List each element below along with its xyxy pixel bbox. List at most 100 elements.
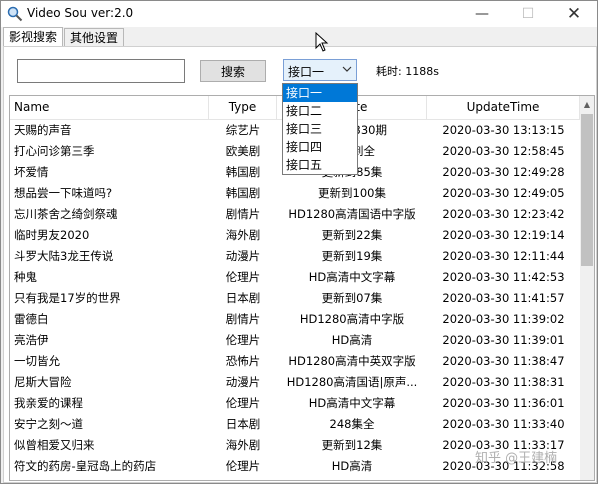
cell-state: HD1280高清中字版 [299, 312, 405, 326]
scrollbar-thumb[interactable] [581, 114, 593, 266]
cell-state: 更新到07集 [321, 291, 383, 305]
cell-updatetime: 2020-03-30 13:13:15 [442, 123, 565, 137]
search-button[interactable]: 搜索 [200, 60, 266, 82]
cell-updatetime: 2020-03-30 11:33:40 [442, 417, 565, 431]
table-row[interactable]: 只有我是17岁的世界 日本剧 更新到07集 2020-03-30 11:41:57 [10, 288, 580, 309]
watermark: 知乎 @王建楠 [475, 451, 558, 466]
cell-name: 临时男友2020 [14, 228, 90, 242]
cell-state: HD1280高清国语|原声... [286, 375, 418, 389]
cell-updatetime: 2020-03-30 11:38:47 [442, 354, 565, 368]
interface-option[interactable]: 接口三 [283, 120, 357, 138]
cell-name: 想品尝一下味道吗? [14, 186, 113, 200]
cell-name: 符文的药房-皇冠岛上的药店 [14, 459, 157, 473]
cell-state: HD高清中文字幕 [308, 396, 396, 410]
interface-dropdown-list: 接口一 接口二 接口三 接口四 接口五 [282, 83, 358, 175]
cell-name: 忘川茶舍之绮剑祭魂 [14, 207, 118, 221]
table-row[interactable]: 安宁之刻～道 日本剧 248集全 2020-03-30 11:33:40 [10, 414, 580, 435]
cell-type: 日本剧 [225, 291, 261, 305]
cell-state: HD1280高清中英双字版 [288, 354, 416, 368]
column-header-name[interactable]: Name [10, 96, 209, 119]
maximize-button[interactable]: ☐ [505, 1, 551, 27]
table-row[interactable]: 斗罗大陆3龙王传说 动漫片 更新到19集 2020-03-30 12:11:44 [10, 246, 580, 267]
tab-video-search[interactable]: 影视搜索 [3, 27, 64, 48]
column-header-type[interactable]: Type [209, 96, 277, 119]
magnifier-icon [7, 6, 23, 22]
cell-type: 动漫片 [225, 249, 261, 263]
tab-other-settings[interactable]: 其他设置 [64, 28, 125, 47]
interface-option[interactable]: 接口一 [283, 84, 357, 102]
cell-type: 剧情片 [225, 207, 261, 221]
minimize-button[interactable]: — [459, 1, 505, 27]
cell-type: 韩国剧 [225, 186, 261, 200]
tab-strip: 影视搜索 其他设置 [1, 27, 597, 48]
cell-state: 更新到100集 [318, 186, 386, 200]
cell-state: HD高清 [331, 459, 373, 473]
cell-updatetime: 2020-03-30 12:23:42 [442, 207, 565, 221]
cell-updatetime: 2020-03-30 12:49:28 [442, 165, 565, 179]
cell-updatetime: 2020-03-30 11:39:01 [442, 333, 565, 347]
cell-name: 尼斯大冒险 [14, 375, 72, 389]
cell-updatetime: 2020-03-30 12:19:14 [442, 228, 565, 242]
vertical-scrollbar[interactable]: ▲ [580, 96, 594, 480]
cell-updatetime: 2020-03-30 12:49:05 [442, 186, 565, 200]
table-row[interactable]: 一切皆允 恐怖片 HD1280高清中英双字版 2020-03-30 11:38:47 [10, 351, 580, 372]
search-input[interactable] [17, 59, 185, 83]
cell-type: 日本剧 [225, 417, 261, 431]
table-row[interactable]: 亮浩伊 伦理片 HD高清 2020-03-30 11:39:01 [10, 330, 580, 351]
cell-name: 坏爱情 [14, 165, 49, 179]
cell-name: 我亲爱的课程 [14, 396, 83, 410]
cell-type: 海外剧 [225, 438, 261, 452]
cell-state: 248集全 [329, 417, 375, 431]
cell-updatetime: 2020-03-30 11:41:57 [442, 291, 565, 305]
cell-updatetime: 2020-03-30 11:42:53 [442, 270, 565, 284]
cell-updatetime: 2020-03-30 11:36:01 [442, 396, 565, 410]
cell-updatetime: 2020-03-30 12:58:45 [442, 144, 565, 158]
table-row[interactable]: 我亲爱的课程 伦理片 HD高清中文字幕 2020-03-30 11:36:01 [10, 393, 580, 414]
table-row[interactable]: 尼斯大冒险 动漫片 HD1280高清国语|原声... 2020-03-30 11:38… [10, 372, 580, 393]
column-header-updatetime[interactable]: UpdateTime [427, 96, 580, 119]
interface-option[interactable]: 接口五 [283, 156, 357, 174]
interface-option[interactable]: 接口四 [283, 138, 357, 156]
interface-select-value: 接口一 [288, 65, 325, 79]
cell-name: 似曾相爱又归来 [14, 438, 95, 452]
cell-type: 伦理片 [225, 270, 261, 284]
table-row[interactable]: 雷德白 剧情片 HD1280高清中字版 2020-03-30 11:39:02 [10, 309, 580, 330]
cell-updatetime: 2020-03-30 12:11:44 [442, 249, 565, 263]
cell-state: HD高清 [331, 333, 373, 347]
cell-state: HD1280高清国语中字版 [288, 207, 416, 221]
cell-type: 动漫片 [225, 375, 261, 389]
cell-type: 韩国剧 [225, 165, 261, 179]
cell-type: 伦理片 [225, 333, 261, 347]
cell-type: 综艺片 [225, 123, 261, 137]
cell-updatetime: 2020-03-30 11:38:31 [442, 375, 565, 389]
cell-name: 雷德白 [14, 312, 49, 326]
cell-type: 海外剧 [225, 228, 261, 242]
cell-name: 打心问诊第三季 [14, 144, 95, 158]
cell-name: 天赐的声音 [14, 123, 72, 137]
app-window: Video Sou ver:2.0 — ☐ ✕ 影视搜索 其他设置 搜索 接口一… [0, 0, 598, 484]
chevron-down-icon [342, 66, 352, 72]
close-button[interactable]: ✕ [551, 1, 597, 27]
cell-name: 亮浩伊 [14, 333, 49, 347]
cell-name: 一切皆允 [14, 354, 60, 368]
cell-name: 只有我是17岁的世界 [14, 291, 121, 305]
mouse-cursor-icon [315, 32, 329, 52]
cell-state: HD高清中文字幕 [308, 270, 396, 284]
interface-option[interactable]: 接口二 [283, 102, 357, 120]
interface-select[interactable]: 接口一 [283, 59, 357, 81]
cell-type: 剧情片 [225, 312, 261, 326]
cell-type: 欧美剧 [225, 144, 261, 158]
table-row[interactable]: 想品尝一下味道吗? 韩国剧 更新到100集 2020-03-30 12:49:05 [10, 183, 580, 204]
table-row[interactable]: 种鬼 伦理片 HD高清中文字幕 2020-03-30 11:42:53 [10, 267, 580, 288]
cell-name: 种鬼 [14, 270, 37, 284]
table-row[interactable]: 忘川茶舍之绮剑祭魂 剧情片 HD1280高清国语中字版 2020-03-30 12:2… [10, 204, 580, 225]
title-bar[interactable]: Video Sou ver:2.0 — ☐ ✕ [1, 1, 597, 27]
window-title: Video Sou ver:2.0 [27, 6, 134, 20]
elapsed-time: 耗时: 1188s [376, 65, 439, 78]
cell-updatetime: 2020-03-30 11:39:02 [442, 312, 565, 326]
cell-type: 恐怖片 [225, 354, 261, 368]
table-row[interactable]: 临时男友2020 海外剧 更新到22集 2020-03-30 12:19:14 [10, 225, 580, 246]
cell-state: 更新到12集 [321, 438, 383, 452]
cell-type: 伦理片 [225, 396, 261, 410]
scroll-up-arrow-icon[interactable]: ▲ [580, 96, 594, 113]
